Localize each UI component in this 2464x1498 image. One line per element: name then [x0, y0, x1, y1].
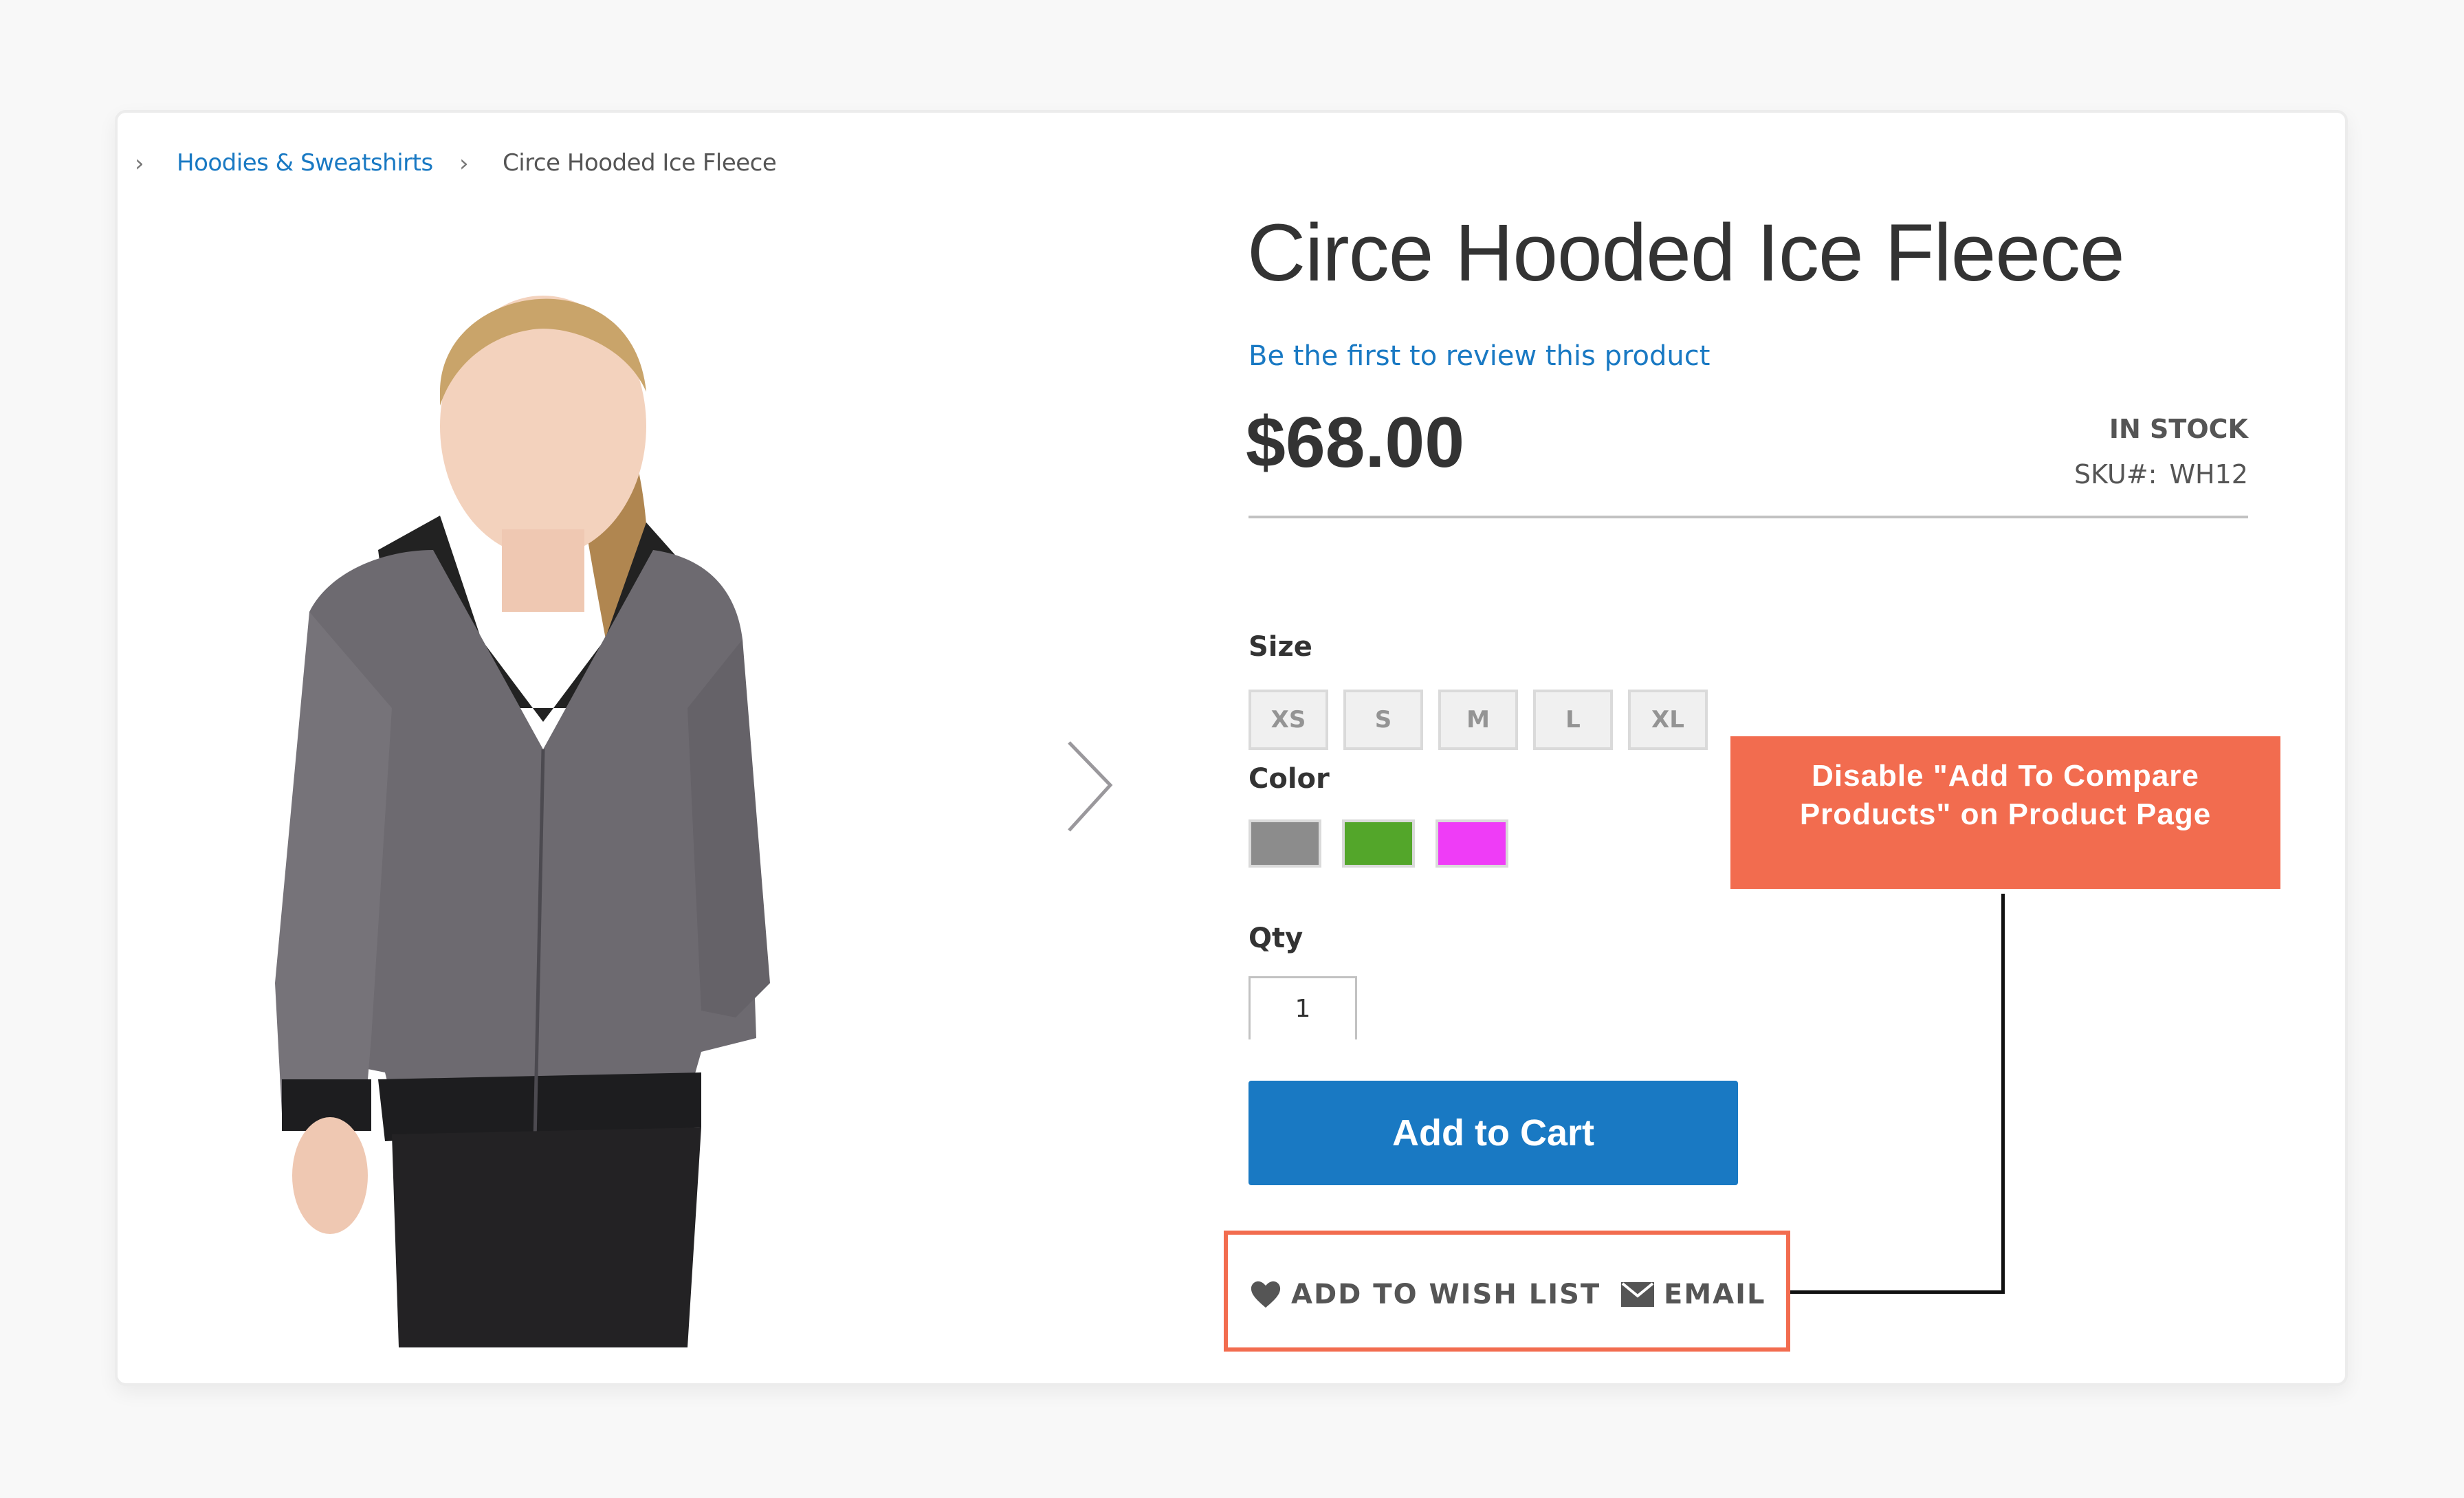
annotation-callout: Disable "Add To Compare Products" on Pro…: [1730, 736, 2280, 889]
size-option-l[interactable]: L: [1533, 690, 1613, 750]
breadcrumb-link-category[interactable]: Hoodies & Sweatshirts: [177, 149, 433, 177]
envelope-icon: [1621, 1282, 1654, 1307]
chevron-right-icon: [1068, 741, 1113, 832]
size-label: Size: [1248, 631, 1312, 663]
breadcrumb-current: Circe Hooded Ice Fleece: [503, 149, 777, 177]
product-sku: SKU#: WH12: [2074, 459, 2248, 489]
size-option-s[interactable]: S: [1343, 690, 1423, 750]
product-image[interactable]: [206, 227, 811, 1347]
chevron-right-icon: ›: [135, 150, 144, 177]
size-option-xl[interactable]: XL: [1628, 690, 1708, 750]
color-option-purple[interactable]: [1436, 819, 1508, 868]
chevron-right-icon: ›: [459, 150, 469, 177]
review-link[interactable]: Be the first to review this product: [1248, 340, 1710, 372]
color-label: Color: [1248, 763, 1330, 795]
product-price: $68.00: [1246, 403, 1465, 483]
qty-input[interactable]: [1248, 976, 1357, 1039]
qty-label: Qty: [1248, 923, 1304, 954]
heart-icon: [1251, 1281, 1281, 1308]
wishlist-label: ADD TO WISH LIST: [1291, 1279, 1601, 1310]
size-option-m[interactable]: M: [1438, 690, 1518, 750]
color-option-gray[interactable]: [1248, 819, 1321, 868]
connector-line-vertical: [2001, 894, 2005, 1294]
connector-line-horizontal: [1790, 1290, 2005, 1294]
gallery-next-arrow[interactable]: [1059, 736, 1121, 839]
callout-line-2: Products" on Product Page: [1799, 797, 2212, 831]
size-swatches: XS S M L XL: [1248, 690, 1708, 750]
add-to-wishlist-link[interactable]: ADD TO WISH LIST: [1250, 1279, 1600, 1310]
sku-value: WH12: [2169, 459, 2248, 489]
add-to-cart-button[interactable]: Add to Cart: [1248, 1081, 1738, 1185]
sku-label: SKU#:: [2074, 459, 2157, 489]
color-swatches: [1248, 819, 1508, 868]
price-divider: [1248, 516, 2248, 518]
color-option-green[interactable]: [1342, 819, 1415, 868]
callout-line-1: Disable "Add To Compare: [1812, 759, 2199, 793]
size-option-xs[interactable]: XS: [1248, 690, 1328, 750]
product-photo-illustration: [275, 296, 770, 1347]
stock-status: IN STOCK: [2109, 414, 2248, 444]
email-link[interactable]: EMAIL: [1621, 1279, 1766, 1310]
email-label: EMAIL: [1664, 1279, 1766, 1310]
product-title: Circe Hooded Ice Fleece: [1247, 208, 2125, 298]
